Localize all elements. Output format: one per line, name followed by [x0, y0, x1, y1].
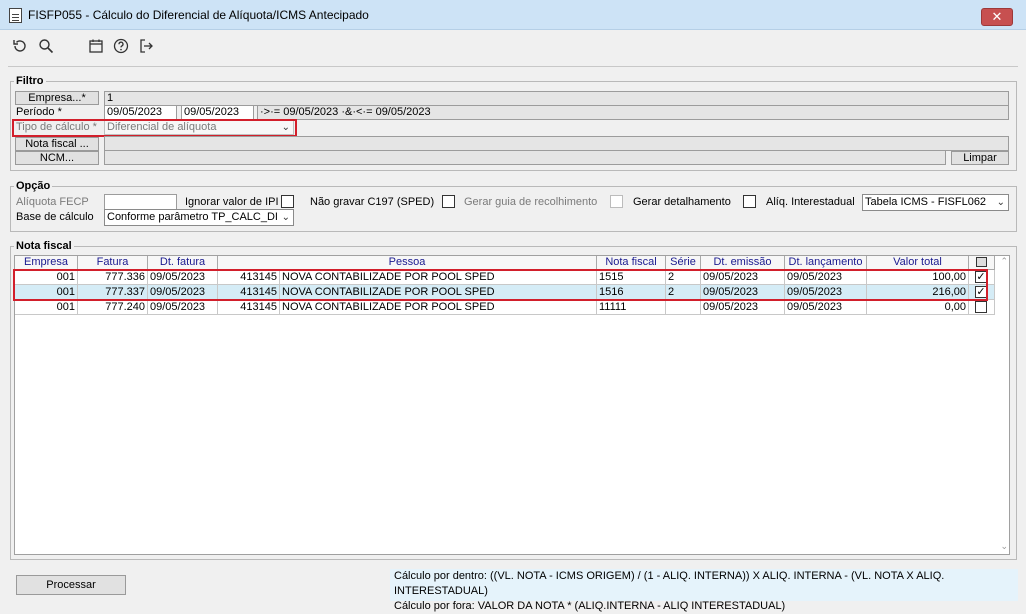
help-icon[interactable]	[111, 36, 131, 56]
table-header: Empresa Fatura Dt. fatura Pessoa Nota fi…	[15, 256, 995, 270]
cell-dt-lancamento[interactable]: 09/05/2023	[785, 300, 867, 315]
cell-dt-fatura[interactable]: 09/05/2023	[148, 300, 218, 315]
ncm-button[interactable]: NCM...	[15, 151, 99, 165]
limpar-button[interactable]: Limpar	[951, 151, 1009, 165]
nota-fiscal-field[interactable]	[104, 136, 1009, 151]
cell-dt-emissao[interactable]: 09/05/2023	[701, 300, 785, 315]
column-header-dt-fatura[interactable]: Dt. fatura	[148, 256, 218, 270]
column-header-serie[interactable]: Série	[666, 256, 701, 270]
window-title: FISFP055 - Cálculo do Diferencial de Alí…	[28, 8, 369, 22]
ignorar-ipi-checkbox[interactable]	[281, 195, 294, 208]
ncm-field[interactable]	[104, 150, 946, 165]
cell-checkbox	[969, 300, 995, 315]
periodo-start-field[interactable]: 09/05/2023	[104, 105, 177, 120]
periodo-description: ·>·= 09/05/2023 ·&·<·= 09/05/2023	[257, 105, 1009, 120]
table-row[interactable]: 001 777.240 09/05/2023 413145 NOVA CONTABILI…	[15, 300, 995, 315]
calendar-icon[interactable]	[86, 36, 106, 56]
gerar-detalhamento-checkbox[interactable]	[743, 195, 756, 208]
empresa-field[interactable]: 1	[104, 91, 1009, 106]
cell-nota[interactable]: 11111	[597, 300, 666, 315]
aliq-interestadual-value: Tabela ICMS - FISFL062	[865, 196, 987, 208]
search-icon[interactable]	[36, 36, 56, 56]
base-calculo-value: Conforme parâmetro TP_CALC_DIF	[107, 211, 277, 223]
exit-icon[interactable]	[136, 36, 156, 56]
cell-pessoa-cod[interactable]: 413145	[218, 300, 280, 315]
nao-gravar-checkbox[interactable]	[442, 195, 455, 208]
nota-fiscal-button[interactable]: Nota fiscal ...	[15, 137, 99, 151]
opcao-legend: Opção	[14, 180, 53, 192]
scroll-down-icon[interactable]: ⌄	[1000, 541, 1008, 552]
gerar-guia-checkbox[interactable]	[610, 195, 623, 208]
scroll-up-icon[interactable]: ⌃	[1000, 256, 1008, 267]
aliq-interestadual-label: Alíq. Interestadual	[766, 196, 855, 208]
aliquota-fecp-label: Alíquota FECP	[16, 196, 89, 208]
nota-fiscal-legend: Nota fiscal	[14, 240, 74, 252]
column-header-dt-emissao[interactable]: Dt. emissão	[701, 256, 785, 270]
cell-pessoa-nome[interactable]: NOVA CONTABILIZADE POR POOL SPED	[280, 300, 597, 315]
chevron-down-icon: ⌄	[996, 197, 1005, 208]
processar-button[interactable]: Processar	[16, 575, 126, 595]
tipo-calculo-highlight	[12, 119, 297, 137]
selected-rows-highlight	[13, 269, 988, 301]
column-header-nota-fiscal[interactable]: Nota fiscal	[597, 256, 666, 270]
select-all-checkbox-icon[interactable]	[976, 257, 987, 268]
base-calculo-label: Base de cálculo	[16, 211, 94, 223]
aliq-interestadual-select[interactable]: Tabela ICMS - FISFL062 ⌄	[862, 194, 1009, 211]
calc-dentro-text: Cálculo por dentro: ((VL. NOTA - ICMS OR…	[394, 570, 945, 597]
ignorar-ipi-label: Ignorar valor de IPI	[185, 196, 279, 208]
cell-fatura[interactable]: 777.240	[78, 300, 148, 315]
chevron-down-icon: ⌄	[281, 212, 290, 223]
empresa-button[interactable]: Empresa...*	[15, 91, 99, 105]
cell-valor[interactable]: 0,00	[867, 300, 969, 315]
periodo-label: Período *	[16, 106, 62, 118]
column-header-dt-lancamento[interactable]: Dt. lançamento	[785, 256, 867, 270]
filtro-legend: Filtro	[14, 75, 46, 87]
calc-fora-text: Cálculo por fora: VALOR DA NOTA * (ALIQ.…	[394, 600, 786, 612]
document-icon	[9, 8, 22, 23]
base-calculo-select[interactable]: Conforme parâmetro TP_CALC_DIF ⌄	[104, 209, 294, 226]
column-header-pessoa[interactable]: Pessoa	[218, 256, 597, 270]
toolbar-separator	[8, 66, 1018, 67]
column-header-select-all[interactable]	[969, 256, 995, 270]
cell-empresa[interactable]: 001	[15, 300, 78, 315]
column-header-fatura[interactable]: Fatura	[78, 256, 148, 270]
periodo-end-field[interactable]: 09/05/2023	[181, 105, 254, 120]
refresh-icon[interactable]	[10, 36, 30, 56]
gerar-guia-label: Gerar guia de recolhimento	[464, 196, 598, 208]
formula-info: Cálculo por dentro: ((VL. NOTA - ICMS OR…	[390, 569, 1018, 612]
cell-serie[interactable]	[666, 300, 701, 315]
aliquota-fecp-input[interactable]	[104, 194, 177, 210]
column-header-empresa[interactable]: Empresa	[15, 256, 78, 270]
gerar-detalhamento-label: Gerar detalhamento	[633, 196, 731, 208]
close-button[interactable]: ✕	[981, 8, 1013, 26]
row-checkbox[interactable]	[975, 301, 987, 313]
nao-gravar-label: Não gravar C197 (SPED)	[310, 196, 435, 208]
column-header-valor-total[interactable]: Valor total	[867, 256, 969, 270]
